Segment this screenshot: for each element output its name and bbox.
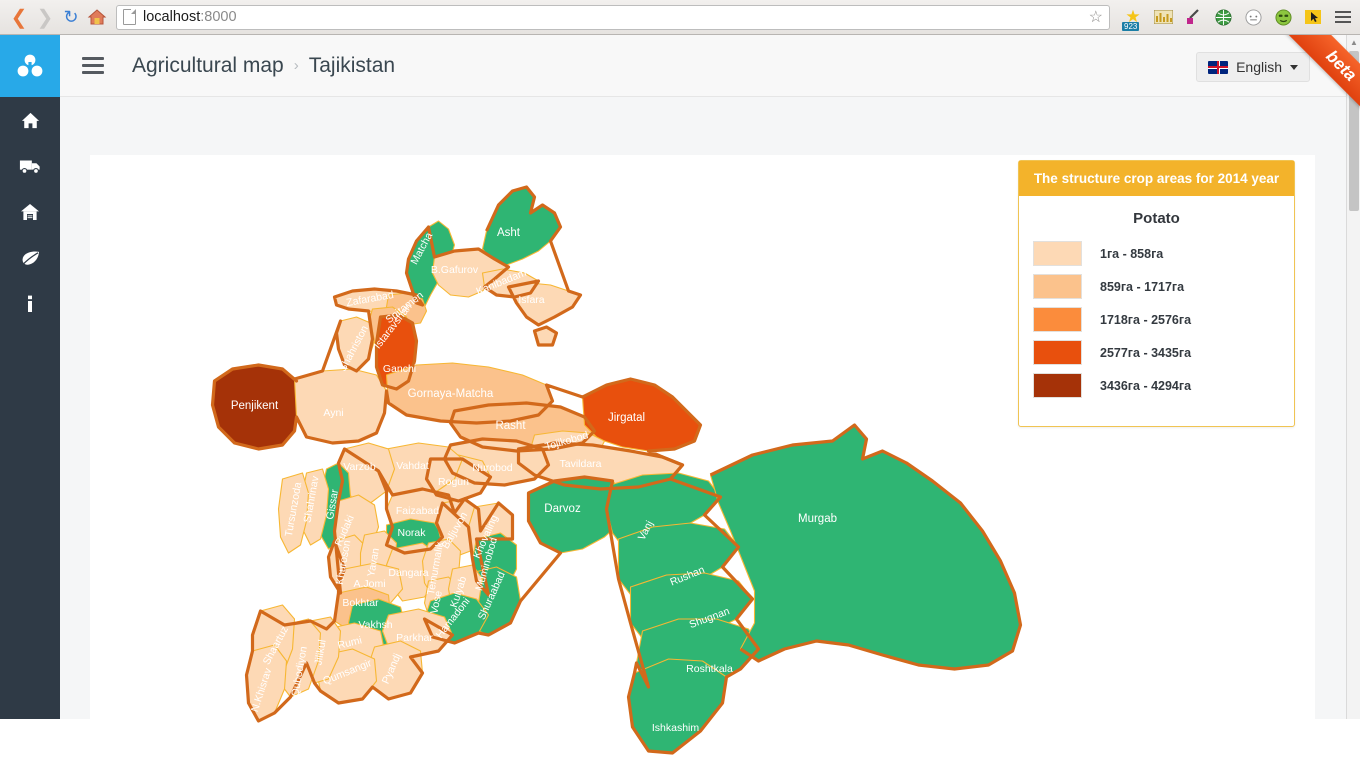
eyedropper-icon[interactable] [1182, 6, 1204, 28]
back-arrow-icon[interactable]: ❮ [6, 4, 32, 30]
legend-rows: 1га - 858га 859га - 1717га 1718га - 2576га… [1019, 241, 1294, 398]
breadcrumb-separator-icon: › [293, 57, 299, 74]
browser-extension-icons: ★ 923 [1116, 6, 1354, 31]
sidebar-item-warehouse[interactable] [0, 189, 60, 235]
legend-range-label: 1718га - 2576га [1100, 312, 1192, 327]
home-icon[interactable] [84, 4, 110, 30]
sidebar-item-info[interactable] [0, 281, 60, 327]
region-Ayni[interactable] [293, 368, 388, 444]
legend-row[interactable]: 859га - 1717га [1033, 274, 1294, 299]
legend-row[interactable]: 1га - 858га [1033, 241, 1294, 266]
legend-range-label: 3436га - 4294га [1100, 378, 1192, 393]
main-content: Asht Matcha B.Gafurov Kanibadam Isfara Zafara… [60, 97, 1348, 775]
cubes-logo-icon[interactable] [0, 35, 60, 97]
browser-toolbar: ❮ ❯ ↻ localhost:8000 ☆ ★ 923 [0, 0, 1360, 35]
legend-color-swatch [1033, 274, 1082, 299]
page-scrollbar[interactable]: ▲ [1346, 35, 1360, 719]
language-label: English [1236, 59, 1282, 75]
chevron-down-icon [1290, 64, 1298, 70]
region-Murgab[interactable] [709, 424, 1022, 670]
language-selector[interactable]: English [1196, 52, 1310, 82]
scroll-thumb[interactable] [1349, 51, 1359, 211]
legend-crop-name: Potato [1133, 210, 1180, 227]
bookmark-count-badge: 923 [1122, 22, 1140, 31]
map-panel: Asht Matcha B.Gafurov Kanibadam Isfara Zafara… [90, 155, 1315, 775]
scroll-up-arrow-icon[interactable]: ▲ [1347, 35, 1360, 49]
bookmark-star-icon[interactable]: ★ 923 [1122, 6, 1144, 31]
sidebar-item-transport[interactable] [0, 143, 60, 189]
face-circle-icon[interactable] [1242, 6, 1264, 28]
region-Tursunzoda[interactable] [277, 472, 310, 554]
region-Penjikent[interactable] [211, 364, 300, 450]
url-port: :8000 [200, 9, 237, 25]
address-bar[interactable]: localhost:8000 ☆ [116, 4, 1110, 30]
uk-flag-icon [1208, 60, 1229, 74]
sidebar-item-home[interactable] [0, 97, 60, 143]
sidebar-item-crops[interactable] [0, 235, 60, 281]
legend-range-label: 1га - 858га [1100, 246, 1164, 261]
legend-body: Potato 1га - 858га 859га - 1717га 1718га -… [1019, 196, 1294, 426]
application-window: Agricultural map › Tajikistan English be… [0, 35, 1360, 775]
map-legend: The structure crop areas for 2014 year P… [1018, 160, 1295, 427]
browser-menu-icon[interactable] [1332, 6, 1354, 28]
legend-title: The structure crop areas for 2014 year [1019, 161, 1294, 196]
hamburger-menu-icon[interactable] [82, 57, 104, 74]
reload-icon[interactable]: ↻ [58, 4, 84, 30]
url-host: localhost [143, 9, 201, 25]
legend-color-swatch [1033, 340, 1082, 365]
forward-arrow-icon[interactable]: ❯ [32, 4, 58, 30]
legend-color-swatch [1033, 241, 1082, 266]
sidebar-navigation [0, 97, 60, 719]
legend-row[interactable]: 2577га - 3435га [1033, 340, 1294, 365]
page-document-icon [123, 9, 136, 25]
region-Isfara[interactable] [507, 282, 582, 326]
legend-color-swatch [1033, 307, 1082, 332]
green-smiley-icon[interactable] [1272, 6, 1294, 28]
breadcrumb: Agricultural map › Tajikistan [132, 54, 395, 78]
bookmark-star-outline-icon[interactable]: ☆ [1089, 7, 1103, 27]
legend-row[interactable]: 1718га - 2576га [1033, 307, 1294, 332]
legend-row[interactable]: 3436га - 4294га [1033, 373, 1294, 398]
legend-range-label: 859га - 1717га [1100, 279, 1185, 294]
legend-color-swatch [1033, 373, 1082, 398]
breadcrumb-root-link[interactable]: Agricultural map [132, 54, 284, 78]
breadcrumb-current: Tajikistan [308, 53, 396, 77]
globe-icon[interactable] [1212, 6, 1234, 28]
cursor-pointer-icon[interactable] [1302, 6, 1324, 28]
region-Asht[interactable] [481, 186, 562, 266]
top-header-bar: Agricultural map › Tajikistan [60, 35, 1360, 97]
ruler-chart-icon[interactable] [1152, 6, 1174, 28]
legend-range-label: 2577га - 3435га [1100, 345, 1192, 360]
